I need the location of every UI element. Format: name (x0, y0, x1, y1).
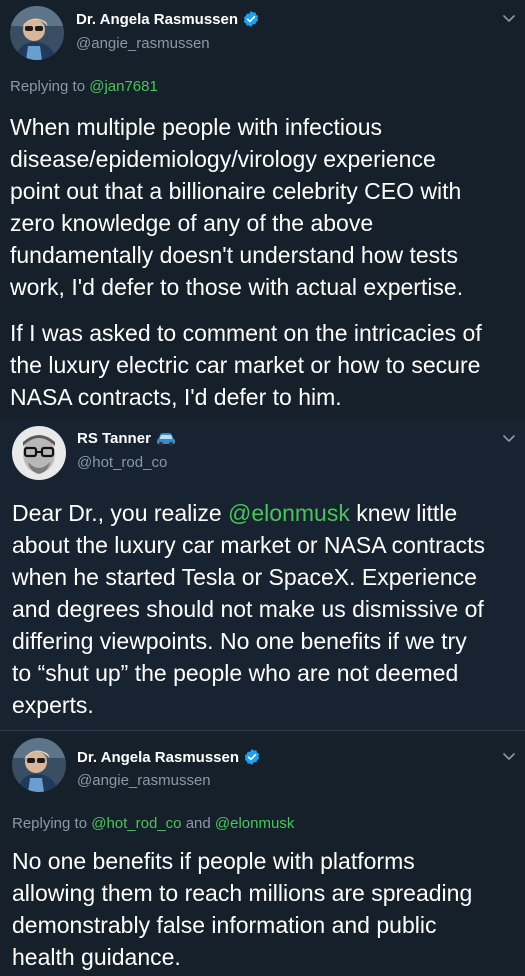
name-row: Dr. Angela Rasmussen (77, 748, 261, 766)
chevron-down-icon[interactable] (501, 430, 517, 446)
display-name[interactable]: RS Tanner (77, 430, 151, 447)
chevron-down-icon[interactable] (501, 10, 517, 26)
text-segment: Dear Dr., you realize (12, 500, 229, 526)
replying-to: Replying to @jan7681 (10, 78, 158, 95)
display-name[interactable]: Dr. Angela Rasmussen (76, 11, 238, 28)
tweet-text: No one benefits if people with platforms… (12, 848, 473, 970)
chevron-down-icon[interactable] (501, 748, 517, 764)
reply-mention[interactable]: @hot_rod_co (91, 815, 181, 832)
avatar-image (12, 426, 66, 480)
avatar-image (12, 738, 66, 792)
tweet-3: Dr. Angela Rasmussen @angie_rasmussen Re… (0, 730, 525, 976)
verified-badge-icon (243, 11, 259, 27)
text-segment: knew little about the luxury car market … (12, 500, 485, 718)
tweet-2: RS Tanner @hot_rod_co Dear Dr., you real… (0, 420, 525, 730)
tweet-1: Dr. Angela Rasmussen @angie_rasmussen Re… (0, 0, 525, 420)
handle[interactable]: @hot_rod_co (77, 454, 167, 471)
avatar[interactable] (12, 426, 66, 480)
avatar-image (10, 6, 64, 60)
tweet-text: Dear Dr., you realize @elonmusk knew lit… (12, 497, 522, 721)
reply-mention[interactable]: @jan7681 (89, 78, 158, 95)
replying-to: Replying to @hot_rod_co and @elonmusk (12, 815, 294, 832)
reply-mention[interactable]: @elonmusk (215, 815, 294, 832)
tweet-text-paragraph: When multiple people with infectious dis… (10, 114, 464, 300)
reply-and: and (185, 815, 211, 832)
handle[interactable]: @angie_rasmussen (76, 35, 210, 52)
car-emoji-icon (156, 432, 175, 446)
handle[interactable]: @angie_rasmussen (77, 772, 211, 789)
name-row: Dr. Angela Rasmussen (76, 10, 260, 28)
tweet-text-paragraph: If I was asked to comment on the intrica… (10, 320, 482, 410)
avatar[interactable] (10, 6, 64, 60)
mention-link[interactable]: @elonmusk (228, 500, 350, 526)
reply-prefix: Replying to (10, 78, 86, 95)
verified-badge-icon (244, 749, 260, 765)
name-row: RS Tanner (77, 430, 176, 447)
display-name[interactable]: Dr. Angela Rasmussen (77, 749, 239, 766)
reply-prefix: Replying to (12, 815, 88, 832)
avatar[interactable] (12, 738, 66, 792)
